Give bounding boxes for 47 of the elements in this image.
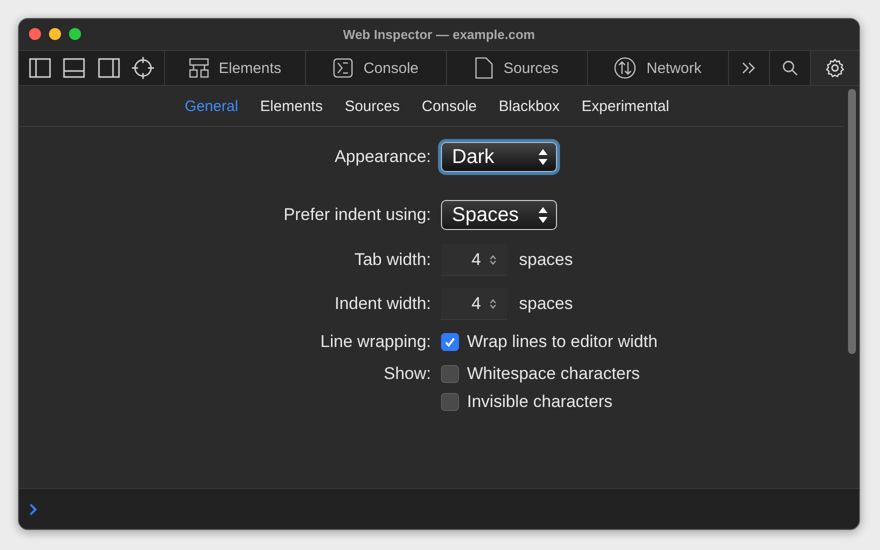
checkbox-label: Wrap lines to editor width — [467, 332, 658, 352]
checkbox-label: Invisible characters — [467, 392, 613, 412]
settings-tab[interactable]: Blackbox — [498, 98, 560, 114]
setting-label: Tab width: — [353, 250, 431, 270]
unit-label: spaces — [519, 294, 573, 314]
settings-tab[interactable]: Elements — [260, 98, 323, 114]
document-icon — [475, 57, 494, 79]
scrollbar[interactable] — [845, 86, 859, 488]
tree-icon — [188, 58, 209, 78]
dropdown[interactable]: Dark — [441, 142, 557, 172]
number-field[interactable]: 4 — [441, 288, 507, 320]
settings-tab[interactable]: General — [184, 98, 238, 114]
setting-label: Prefer indent using: — [282, 205, 431, 225]
right-panel-icon[interactable] — [98, 58, 120, 78]
checkbox-label: Whitespace characters — [467, 364, 640, 384]
prompt-chevron-icon — [29, 502, 38, 516]
stepper-arrows-icon — [489, 298, 497, 310]
settings-tab[interactable]: Console — [422, 98, 477, 114]
checkbox[interactable] — [441, 393, 459, 411]
console-icon — [333, 58, 354, 78]
bottom-panel-icon[interactable] — [63, 58, 86, 78]
unit-label: spaces — [519, 250, 573, 270]
setting-label: Show: — [382, 364, 431, 384]
stepper-arrows-icon — [489, 254, 497, 266]
close-window-icon[interactable] — [29, 28, 41, 40]
setting-label: Line wrapping: — [319, 332, 431, 352]
checkmark-icon — [444, 336, 456, 348]
left-panel-icon[interactable] — [29, 58, 52, 78]
up-down-caret-icon — [538, 206, 548, 224]
settings-tab[interactable]: Experimental — [582, 98, 670, 114]
setting-label: Appearance: — [334, 147, 431, 167]
window-title: Web Inspector — example.com — [343, 27, 535, 42]
dropdown[interactable]: Spaces — [441, 200, 557, 230]
zoom-window-icon[interactable] — [69, 28, 81, 40]
number-field[interactable]: 4 — [441, 244, 507, 276]
up-down-arrows-icon — [614, 57, 636, 79]
settings-icon — [825, 58, 845, 78]
checkbox[interactable] — [441, 333, 459, 351]
double-chevron-icon — [741, 61, 757, 75]
setting-label: Indent width: — [334, 294, 431, 314]
minimize-window-icon[interactable] — [49, 28, 61, 40]
up-down-caret-icon — [538, 148, 548, 166]
settings-tab[interactable]: Sources — [344, 98, 400, 114]
settings-button[interactable] — [811, 51, 859, 85]
checkbox[interactable] — [441, 365, 459, 383]
search-icon — [782, 60, 798, 76]
crosshair-icon[interactable] — [132, 57, 154, 79]
